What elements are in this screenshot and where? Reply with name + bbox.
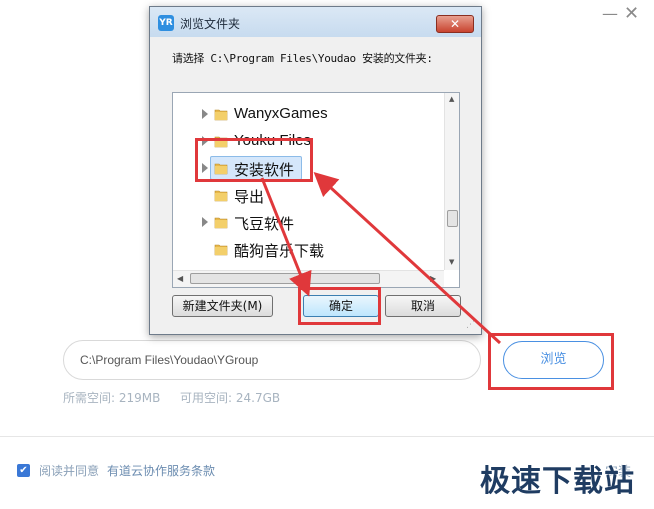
horizontal-scrollbar[interactable]: ◀ ▶ [173,270,444,287]
watermark-logo: 极速下载站 [480,464,635,499]
folder-icon [214,244,228,256]
tree-item[interactable]: 飞豆软件 [173,209,445,236]
tree-item[interactable]: 酷狗音乐下载 [173,236,445,263]
minimize-button[interactable]: — [602,5,618,23]
agreement-row: ✔ 阅读并同意 有道云协作服务条款 [17,462,215,479]
tree-item-label: 飞豆软件 [234,216,295,233]
expand-arrow-icon[interactable] [202,217,208,227]
scroll-down-icon[interactable]: ▼ [449,258,454,266]
tree-item-label: 酷狗音乐下载 [234,243,325,260]
vertical-scroll-thumb[interactable] [447,210,458,227]
agree-label: 阅读并同意 [39,464,100,478]
highlight-box-browse [488,333,614,390]
terms-link[interactable]: 有道云协作服务条款 [107,462,215,479]
expand-arrow-icon[interactable] [202,109,208,119]
dialog-prompt: 请选择 C:\Program Files\Youdao 安装的文件夹: [172,52,433,65]
agree-checkbox[interactable]: ✔ [17,464,30,477]
divider [0,436,654,437]
app-icon: YR [158,15,174,31]
horizontal-scroll-thumb[interactable] [190,273,380,284]
dialog-titlebar[interactable]: YR 浏览文件夹 ✕ [150,7,481,37]
space-available-label: 可用空间: 24.7GB [180,391,281,405]
scroll-up-icon[interactable]: ▲ [449,95,454,103]
dialog-title: 浏览文件夹 [180,17,241,31]
highlight-box-ok [298,287,381,325]
close-button[interactable]: ✕ [624,5,639,23]
folder-icon [214,109,228,121]
install-path-field[interactable]: C:\Program Files\Youdao\YGroup [63,340,481,380]
folder-icon [214,190,228,202]
cancel-button[interactable]: 取消 [385,295,461,317]
vertical-scrollbar[interactable]: ▲ ▼ [444,93,459,270]
folder-icon [214,217,228,229]
tree-item[interactable]: WanyxGames [173,101,445,128]
scroll-left-icon[interactable]: ◀ [177,274,183,283]
tree-item[interactable]: 导出 [173,182,445,209]
folder-tree: WanyxGames Youku Files 安装软件 导出 飞豆软件 酷狗音乐下载 ▲ … [172,92,460,288]
tree-item-label: 导出 [234,189,265,206]
space-required-label: 所需空间: 219MB [63,391,161,405]
tree-item-label: WanyxGames [234,105,328,122]
resize-grip-icon[interactable]: ⋰ [466,320,475,330]
scroll-right-icon[interactable]: ▶ [430,274,436,283]
highlight-box-folder [195,138,313,182]
new-folder-button[interactable]: 新建文件夹(M) [172,295,273,317]
dialog-close-button[interactable]: ✕ [436,15,474,33]
